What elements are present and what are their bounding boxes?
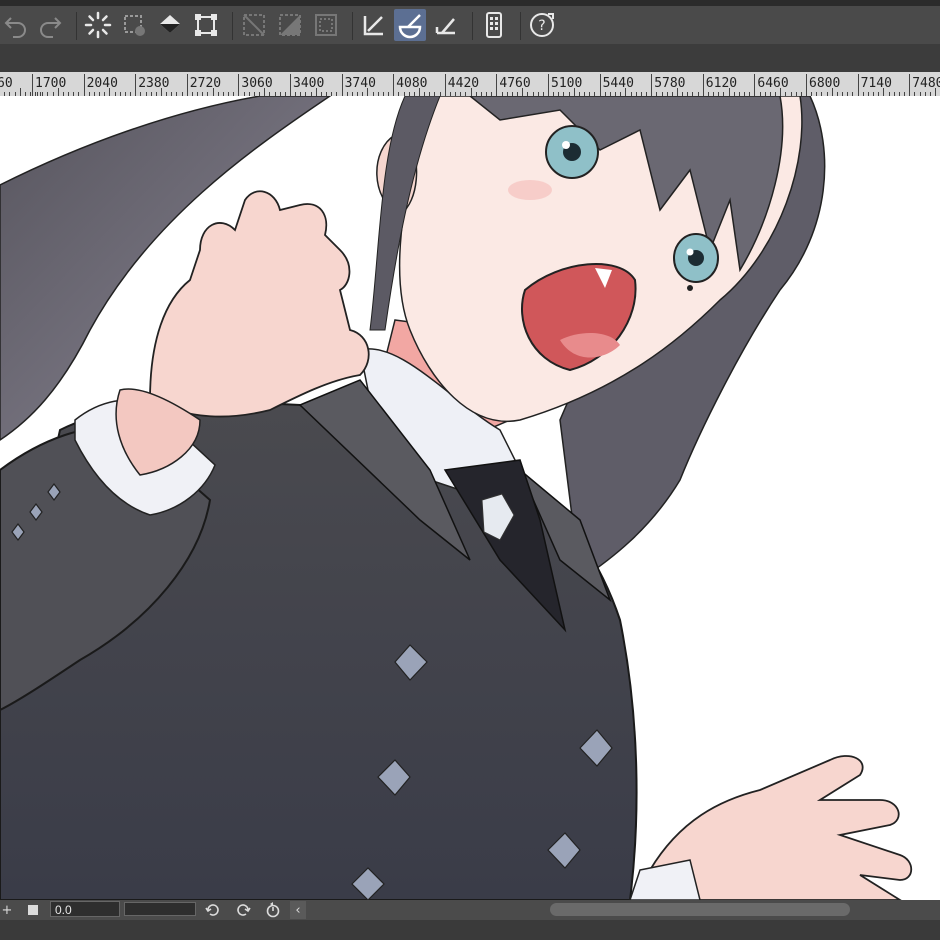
ruler-major-tick [444, 74, 446, 96]
toolbar-spacer [0, 44, 940, 72]
ruler-label: 7140 [860, 76, 892, 91]
ruler-major-tick [393, 74, 395, 96]
fill-icon[interactable] [154, 9, 186, 41]
ruler-major-tick [32, 74, 33, 96]
ruler-minor-tick [522, 88, 524, 96]
status-bar [0, 920, 940, 940]
ruler-label: 3400 [293, 76, 325, 91]
stop-icon[interactable] [26, 901, 40, 919]
invert-selection-icon[interactable] [274, 9, 306, 41]
zoom-field[interactable]: 0.0 [50, 901, 120, 917]
ruler-major-tick [135, 74, 137, 96]
zoom-slider[interactable] [124, 902, 196, 916]
ruler-label: 5100 [551, 76, 583, 91]
transform-icon[interactable] [190, 9, 222, 41]
ruler-minor-tick [419, 88, 420, 96]
ruler-label: 5440 [602, 76, 634, 91]
ruler-minor-tick [780, 88, 782, 96]
help-icon[interactable]: ? [526, 9, 558, 41]
ruler-minor-tick [19, 88, 21, 96]
show-selection-icon[interactable] [310, 9, 342, 41]
ruler-label: 2720 [189, 76, 222, 91]
ruler-label: 4420 [447, 76, 480, 91]
ruler-minor-tick [883, 88, 885, 96]
navigator-bar: + 0.0 ‹ [0, 900, 940, 920]
ruler-major-tick [548, 74, 549, 96]
ruler-label: 4080 [396, 76, 428, 91]
ruler-minor-tick [315, 88, 317, 96]
loading-spinner-icon[interactable] [82, 9, 114, 41]
ruler-label: 5780 [654, 76, 686, 91]
svg-text:?: ? [538, 18, 545, 34]
ruler-minor-tick [264, 88, 266, 96]
ruler-major-tick [702, 74, 704, 96]
ruler-label: 2040 [86, 76, 118, 91]
ruler-label: 6800 [809, 76, 841, 91]
ruler-label: 60 [0, 76, 13, 91]
horizontal-scrollbar[interactable] [550, 903, 850, 916]
rotate-left-icon[interactable] [204, 901, 222, 919]
ruler-label: 1700 [35, 76, 67, 91]
horizontal-ruler[interactable]: 60 1700 2040 2380 2720 3060 3400 3740 4080 4420 47… [0, 72, 940, 97]
ruler-label: 6120 [705, 76, 738, 91]
ruler-major-tick [496, 74, 498, 96]
undo-icon[interactable] [0, 9, 32, 41]
ruler-minor-tick [57, 88, 59, 96]
reset-rotation-icon[interactable] [264, 901, 282, 919]
ruler-label: 3060 [241, 76, 273, 91]
device-icon[interactable] [478, 9, 510, 41]
ruler-minor-tick [935, 88, 936, 96]
ruler-major-tick [909, 74, 911, 96]
ruler-label: 6460 [757, 76, 789, 91]
ruler-major-tick [83, 74, 85, 96]
ruler-major-tick [857, 74, 859, 96]
line-tool-icon[interactable] [430, 9, 462, 41]
ruler-major-tick [806, 74, 807, 96]
ruler-minor-tick [831, 88, 833, 96]
select-all-icon[interactable] [238, 9, 270, 41]
redo-icon[interactable] [34, 9, 66, 41]
ruler-minor-tick [109, 88, 111, 96]
ruler-major-tick [186, 74, 188, 96]
ruler-minor-tick [625, 88, 627, 96]
ruler-minor-tick [212, 88, 214, 96]
ruler-major-tick [651, 74, 653, 96]
ruler-minor-tick [470, 88, 472, 96]
rotate-right-icon[interactable] [234, 901, 252, 919]
ruler-major-tick [341, 74, 343, 96]
drawing-canvas[interactable] [0, 96, 940, 900]
command-toolbar: ? [0, 6, 940, 44]
ruler-label: 2380 [138, 76, 170, 91]
ruler-major-tick [754, 74, 756, 96]
ruler-major-tick [238, 74, 240, 96]
ruler-minor-tick [161, 88, 162, 96]
zoom-in-icon[interactable]: + [0, 901, 14, 919]
clear-selection-icon[interactable] [118, 9, 150, 41]
ruler-minor-tick [677, 88, 678, 96]
ruler-major-tick [290, 74, 291, 96]
ruler-major-tick [599, 74, 601, 96]
ruler-minor-tick [573, 88, 575, 96]
ruler-label: 4760 [499, 76, 531, 91]
ruler-minor-tick [367, 88, 369, 96]
ruler-label: 3740 [344, 76, 376, 91]
character-illustration [0, 96, 913, 900]
brush-icon[interactable] [394, 9, 426, 41]
collapse-icon[interactable]: ‹ [290, 901, 306, 919]
ruler-pen-icon[interactable] [358, 9, 390, 41]
ruler-minor-tick [728, 88, 730, 96]
